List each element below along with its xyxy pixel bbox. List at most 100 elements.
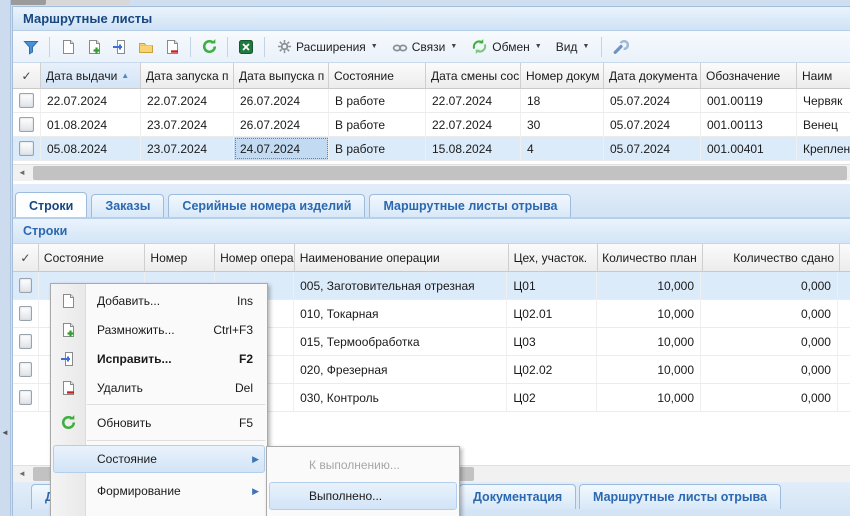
copy-button[interactable] xyxy=(82,35,106,59)
cell-doc-date[interactable]: 05.07.2024 xyxy=(604,89,701,112)
row-checkbox[interactable] xyxy=(19,117,34,132)
cell-qty-plan[interactable]: 10,000 xyxy=(597,384,701,411)
column-header[interactable]: Дата документа xyxy=(604,63,701,89)
scroll-left-icon[interactable]: ◄ xyxy=(15,468,29,480)
cell-name[interactable]: Венец xyxy=(797,113,850,136)
cell-operation[interactable]: 020, Фрезерная xyxy=(294,356,507,383)
menu-item-forming[interactable]: Формирование ▶ xyxy=(51,476,267,506)
cell-name[interactable]: Червяк xyxy=(797,89,850,112)
check-column-header[interactable]: ✓ xyxy=(13,63,41,89)
cell-state-change-date[interactable]: 22.07.2024 xyxy=(426,89,521,112)
routes-hscrollbar[interactable]: ◄ xyxy=(13,164,850,181)
menu-item-duplicate[interactable]: Размножить... Ctrl+F3 xyxy=(51,315,267,344)
cell-workshop[interactable]: Ц02.01 xyxy=(507,300,596,327)
cell-issue-date[interactable]: 05.08.2024 xyxy=(41,137,141,160)
menu-item-delete[interactable]: Удалить Del xyxy=(51,373,267,402)
cell-release-date[interactable]: 26.07.2024 xyxy=(234,89,329,112)
view-menu[interactable]: Вид ▼ xyxy=(550,38,596,56)
cell-qty-plan[interactable]: 10,000 xyxy=(597,356,701,383)
check-column-header[interactable]: ✓ xyxy=(13,244,39,272)
cell-designation[interactable]: 001.00113 xyxy=(701,113,797,136)
row-checkbox[interactable] xyxy=(19,278,32,293)
cell-workshop[interactable]: Ц02 xyxy=(507,384,596,411)
column-header[interactable]: Цех, участок. xyxy=(509,244,599,272)
cell-operation[interactable]: 015, Термообработка xyxy=(294,328,507,355)
cell-doc-number[interactable]: 18 xyxy=(521,89,604,112)
filter-button[interactable] xyxy=(19,35,43,59)
cell-qty-plan[interactable]: 10,000 xyxy=(597,328,701,355)
column-header[interactable]: Номер опера xyxy=(215,244,295,272)
cell-doc-number[interactable]: 30 xyxy=(521,113,604,136)
splitter-collapse-icon[interactable]: ◄ xyxy=(1,428,9,437)
cell-qty-done[interactable]: 0,000 xyxy=(701,384,838,411)
scrollbar-thumb[interactable] xyxy=(33,166,847,180)
table-row[interactable]: 22.07.2024 22.07.2024 26.07.2024 В работ… xyxy=(13,89,850,113)
cell-workshop[interactable]: Ц02.02 xyxy=(507,356,596,383)
row-checkbox[interactable] xyxy=(19,93,34,108)
cell-start-date[interactable]: 23.07.2024 xyxy=(141,137,234,160)
cell-qty-done[interactable]: 0,000 xyxy=(701,356,838,383)
cell-qty-plan[interactable]: 10,000 xyxy=(597,300,701,327)
cell-doc-date[interactable]: 05.07.2024 xyxy=(604,113,701,136)
cell-qty-done[interactable]: 0,000 xyxy=(701,328,838,355)
settings-button[interactable] xyxy=(608,35,632,59)
cell-start-date[interactable]: 23.07.2024 xyxy=(141,113,234,136)
column-header[interactable]: Состояние xyxy=(39,244,145,272)
menu-item-edit[interactable]: Исправить... F2 xyxy=(51,344,267,373)
cell-qty-plan[interactable]: 10,000 xyxy=(597,272,701,299)
column-header[interactable]: Количество сдано xyxy=(703,244,840,272)
submenu-item-to-execution[interactable]: К выполнению... xyxy=(267,451,459,479)
left-splitter[interactable]: ◄ xyxy=(0,0,11,516)
row-checkbox[interactable] xyxy=(19,141,34,156)
delete-button[interactable] xyxy=(160,35,184,59)
column-header[interactable]: Наим xyxy=(797,63,850,89)
excel-export-button[interactable] xyxy=(234,35,258,59)
cell-issue-date[interactable]: 01.08.2024 xyxy=(41,113,141,136)
cell-release-date-focused[interactable]: 24.07.2024 xyxy=(234,137,329,160)
scroll-left-icon[interactable]: ◄ xyxy=(15,167,29,179)
tab-tearoff-sheets[interactable]: Маршрутные листы отрыва xyxy=(369,194,571,217)
cell-doc-date[interactable]: 05.07.2024 xyxy=(604,137,701,160)
column-header[interactable]: Дата запуска п xyxy=(141,63,234,89)
open-button[interactable] xyxy=(134,35,158,59)
cell-state-change-date[interactable]: 15.08.2024 xyxy=(426,137,521,160)
column-header[interactable]: Дата выпуска п xyxy=(234,63,329,89)
cell-operation[interactable]: 010, Токарная xyxy=(294,300,507,327)
menu-item-add[interactable]: Добавить... Ins xyxy=(51,286,267,315)
row-checkbox[interactable] xyxy=(19,390,32,405)
tab-tearoff-sheets-bottom[interactable]: Маршрутные листы отрыва xyxy=(579,484,781,509)
column-header[interactable]: Обозначение xyxy=(701,63,797,89)
exchange-menu[interactable]: Обмен ▼ xyxy=(465,36,547,57)
menu-item-refresh[interactable]: Обновить F5 xyxy=(51,408,267,437)
table-row-selected[interactable]: 05.08.2024 23.07.2024 24.07.2024 В работ… xyxy=(13,137,850,161)
tab-lines[interactable]: Строки xyxy=(15,192,87,217)
links-menu[interactable]: Связи ▼ xyxy=(386,38,464,56)
cell-release-date[interactable]: 26.07.2024 xyxy=(234,113,329,136)
add-button[interactable] xyxy=(56,35,80,59)
table-row[interactable]: 01.08.2024 23.07.2024 26.07.2024 В работ… xyxy=(13,113,850,137)
column-header[interactable]: Дата выдачи▲ xyxy=(41,63,141,89)
cell-designation[interactable]: 001.00401 xyxy=(701,137,797,160)
row-checkbox[interactable] xyxy=(19,306,32,321)
cell-workshop[interactable]: Ц03 xyxy=(507,328,596,355)
column-header[interactable]: Наименование операции xyxy=(295,244,509,272)
menu-item-state[interactable]: Состояние ▶ xyxy=(51,444,267,474)
cell-doc-number[interactable]: 4 xyxy=(521,137,604,160)
cell-state[interactable]: В работе xyxy=(329,113,426,136)
cell-designation[interactable]: 001.00119 xyxy=(701,89,797,112)
cell-workshop[interactable]: Ц01 xyxy=(507,272,596,299)
cell-state[interactable]: В работе xyxy=(329,137,426,160)
cell-qty-done[interactable]: 0,000 xyxy=(701,300,838,327)
refresh-button[interactable] xyxy=(197,35,221,59)
cell-name[interactable]: Крепление xyxy=(797,137,850,160)
tab-orders[interactable]: Заказы xyxy=(91,194,164,217)
cell-operation[interactable]: 030, Контроль xyxy=(294,384,507,411)
cell-issue-date[interactable]: 22.07.2024 xyxy=(41,89,141,112)
column-header[interactable]: Номер докум xyxy=(521,63,604,89)
column-header[interactable]: Номер xyxy=(145,244,215,272)
cell-operation[interactable]: 005, Заготовительная отрезная xyxy=(294,272,507,299)
cell-state-change-date[interactable]: 22.07.2024 xyxy=(426,113,521,136)
cell-start-date[interactable]: 22.07.2024 xyxy=(141,89,234,112)
submenu-item-done[interactable]: Выполнено... xyxy=(267,481,459,511)
tab-documentation[interactable]: Документация xyxy=(459,484,576,509)
